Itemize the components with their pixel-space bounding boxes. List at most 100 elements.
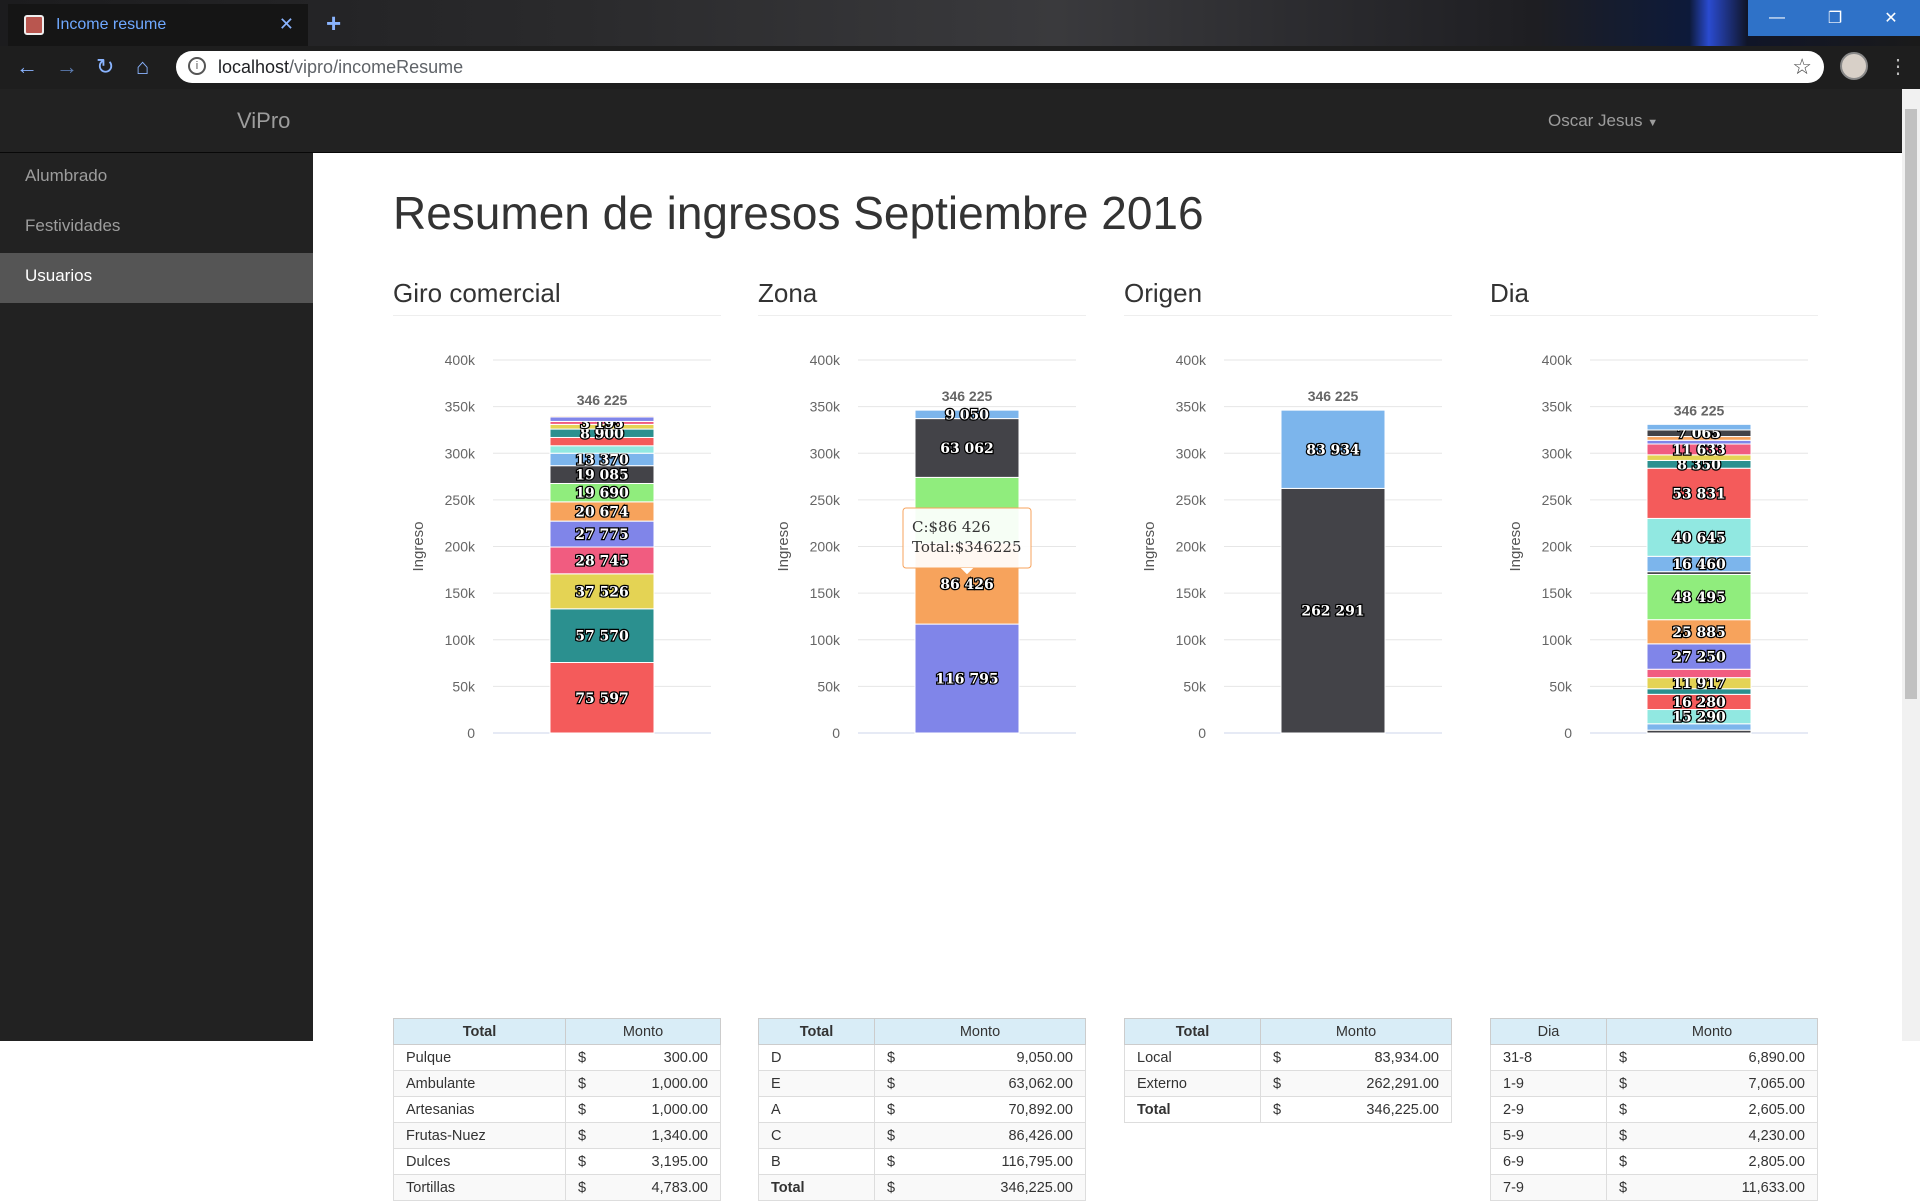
y-tick-label: 0 [1198,725,1206,741]
table-cell: 6,890.00 [1663,1044,1818,1071]
table-cell: 70,892.00 [927,1096,1086,1123]
table-row: Artesanias $1,000.00 [393,1096,721,1123]
y-tick-label: 250k [1176,492,1207,508]
table-cell: 1,000.00 [609,1070,721,1097]
table-cell: $ [873,1174,928,1201]
summary-table: Total Monto Pulque $300.00 Ambulante $1,000.0… [393,1018,721,1201]
browser-tab[interactable]: Income resume ✕ [8,4,308,46]
page-scrollbar[interactable] [1902,89,1920,1041]
data-label: 63 062 [940,441,994,457]
scrollbar-thumb[interactable] [1905,109,1917,699]
app-brand[interactable]: ViPro [237,108,290,134]
stacked-bar-chart: 0 50k 100k 150k 200k 250k 300k 350k 400k Ingreso 7… [410,352,711,741]
bar-segment[interactable] [549,445,655,454]
home-icon[interactable]: ⌂ [136,54,149,80]
data-label: 19 085 [575,468,629,484]
table-row: C $86,426.00 [758,1122,1086,1149]
y-tick-label: 250k [810,492,841,508]
data-label: 16 460 [1672,557,1726,573]
y-axis-label: Ingreso [1507,521,1524,571]
table-cell: Externo [1124,1070,1261,1097]
table-cell: $ [564,1122,610,1149]
browser-toolbar: ← → ↻ ⌂ i localhost/vipro/incomeResume ☆… [0,46,1920,89]
data-label: 28 745 [575,553,629,569]
table-row: Pulque $300.00 [393,1044,721,1071]
table-row: 7-9 $11,633.00 [1490,1174,1818,1201]
bar-segment[interactable] [1646,423,1752,431]
new-tab-icon[interactable]: + [326,8,341,39]
total-label: 346 225 [1674,402,1725,418]
y-tick-label: 300k [445,445,476,461]
bar-segment[interactable] [549,413,655,416]
table-cell: 7-9 [1490,1174,1607,1201]
total-label: 346 225 [577,392,628,408]
profile-avatar[interactable] [1840,52,1868,80]
table-cell: 1,340.00 [609,1122,721,1149]
page-title: Resumen de ingresos Septiembre 2016 [393,187,1204,239]
sidebar-item-alumbrado[interactable]: Alumbrado [0,153,313,203]
y-tick-label: 100k [445,632,476,648]
y-tick-label: 100k [1542,632,1573,648]
y-tick-label: 300k [1542,445,1573,461]
close-tab-icon[interactable]: ✕ [279,14,294,35]
user-menu[interactable]: Oscar Jesus ▼ [1548,111,1658,131]
table-cell: 9,050.00 [927,1044,1086,1071]
y-tick-label: 400k [445,352,476,368]
data-label: 86 426 [940,577,994,593]
chart-title: Dia [1490,278,1818,316]
y-tick-label: 300k [810,445,841,461]
favicon-icon [24,15,44,35]
table-row: Local $83,934.00 [1124,1044,1453,1071]
table-cell: C [758,1122,875,1149]
back-icon[interactable]: ← [16,54,38,80]
main-content: Resumen de ingresos Septiembre 2016 Giro… [313,153,1902,1201]
table-row: Total $346,225.00 [758,1174,1086,1201]
table-row: B $116,795.00 [758,1148,1086,1175]
summary-table: Dia Monto 31-8 $6,890.00 1-9 $7,065.00 2-9 $2,6… [1490,1018,1818,1201]
data-label: 37 526 [575,584,629,600]
data-label: 11 917 [1672,676,1726,692]
y-tick-label: 200k [445,539,476,555]
address-bar[interactable]: i localhost/vipro/incomeResume ☆ [176,51,1824,83]
minimize-icon[interactable]: — [1748,0,1806,36]
table-row: Externo $262,291.00 [1124,1070,1453,1097]
restore-icon[interactable]: ❐ [1806,0,1864,36]
table-cell: $ [873,1148,928,1175]
table-cell: $ [564,1096,610,1123]
close-window-icon[interactable]: ✕ [1862,0,1920,36]
url-host: localhost [218,56,290,77]
url-path: /vipro/incomeResume [289,56,464,77]
y-tick-label: 150k [445,585,476,601]
table-cell: $ [564,1148,610,1175]
tooltip-line: Total:$346225 [912,538,1022,556]
browser-tab-strip: Income resume ✕ + — ❐ ✕ [0,0,1920,46]
info-icon[interactable]: i [188,57,206,75]
table-row: Frutas-Nuez $1,340.00 [393,1122,721,1149]
y-tick-label: 0 [467,725,475,741]
table-cell: Pulque [393,1044,566,1071]
table-cell: 4,230.00 [1663,1122,1818,1149]
sidebar-item-usuarios[interactable]: Usuarios [0,253,313,303]
data-label: 53 831 [1672,486,1726,502]
y-tick-label: 200k [1176,539,1207,555]
table-cell: 346,225.00 [1308,1096,1453,1123]
table-row: Dulces $3,195.00 [393,1148,721,1175]
table-cell: 31-8 [1490,1044,1607,1071]
forward-icon[interactable]: → [56,54,78,80]
bookmark-star-icon[interactable]: ☆ [1792,54,1812,80]
table-cell: $ [873,1122,928,1149]
table-cell: $ [1605,1122,1664,1149]
reload-icon[interactable]: ↻ [96,54,114,80]
bar-segment[interactable] [549,416,655,422]
table-row: D $9,050.00 [758,1044,1086,1071]
sidebar-item-festividades[interactable]: Festividades [0,203,313,253]
chart-title: Origen [1124,278,1452,316]
bar-segment[interactable] [1646,668,1752,679]
y-tick-label: 0 [832,725,840,741]
table-cell: $ [873,1044,928,1071]
y-tick-label: 50k [1183,678,1207,694]
menu-kebab-icon[interactable]: ⋮ [1888,54,1908,79]
table-row: Total $346,225.00 [1124,1096,1453,1123]
table-row: E $63,062.00 [758,1070,1086,1097]
table-cell: 7,065.00 [1663,1070,1818,1097]
